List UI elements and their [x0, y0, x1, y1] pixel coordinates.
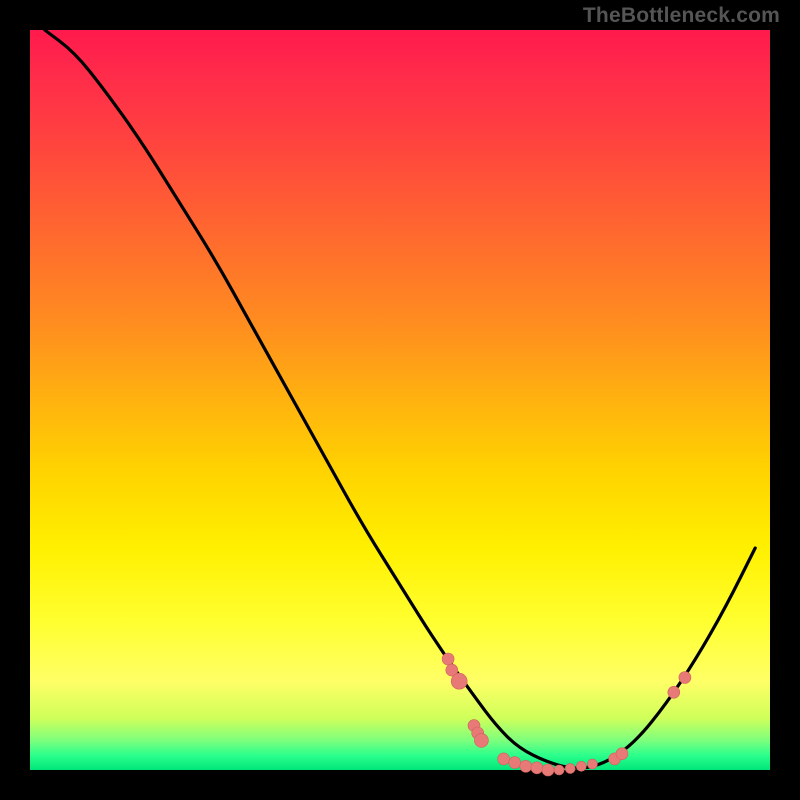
- data-marker: [587, 759, 597, 769]
- chart-svg: [30, 30, 770, 770]
- chart-frame: TheBottleneck.com: [0, 0, 800, 800]
- data-marker: [668, 686, 680, 698]
- data-marker: [565, 764, 575, 774]
- data-marker: [520, 760, 532, 772]
- data-marker: [474, 733, 488, 747]
- data-marker: [442, 653, 454, 665]
- data-marker: [498, 753, 510, 765]
- data-marker: [509, 757, 521, 769]
- watermark-text: TheBottleneck.com: [583, 4, 780, 28]
- data-marker: [542, 764, 554, 776]
- plot-area: [30, 30, 770, 770]
- bottleneck-curve: [45, 30, 755, 768]
- data-markers: [442, 653, 691, 776]
- data-marker: [616, 748, 628, 760]
- data-marker: [554, 765, 564, 775]
- data-marker: [679, 672, 691, 684]
- data-marker: [576, 761, 586, 771]
- data-marker: [531, 762, 543, 774]
- data-marker: [451, 673, 467, 689]
